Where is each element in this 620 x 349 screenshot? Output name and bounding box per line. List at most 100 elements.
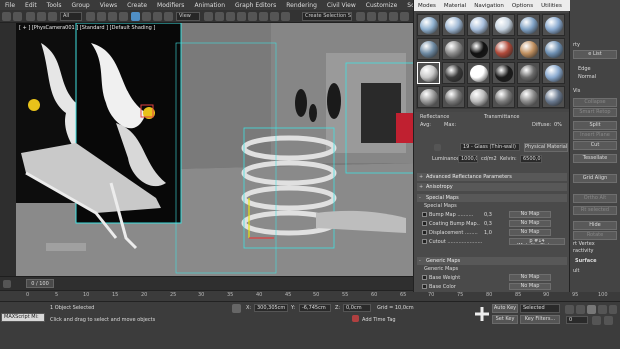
add-time-tag[interactable]: Add Time Tag (362, 317, 396, 323)
menu-views[interactable]: Views (95, 2, 122, 9)
section-advanced-reflectance[interactable]: Advanced Reflectance Parameters (417, 173, 567, 181)
cmd-button[interactable]: e List (573, 50, 617, 59)
cmd-button[interactable]: Rt selected (573, 206, 617, 215)
eyedropper-icon[interactable] (434, 144, 441, 151)
displacement-amount[interactable]: 1,0 (484, 230, 492, 236)
material-slot[interactable] (467, 38, 490, 60)
snaps-toggle-icon[interactable] (237, 12, 246, 21)
named-selection-sets-dropdown[interactable]: Create Selection Se (302, 12, 352, 21)
scene-explorer-icon[interactable] (378, 12, 387, 21)
time-tag-icon[interactable] (352, 315, 359, 322)
menu-animation[interactable]: Animation (189, 2, 230, 9)
cmd-button[interactable]: Grid Align (573, 174, 617, 183)
luminance-field[interactable]: 1000,0 (458, 155, 478, 163)
menu-group[interactable]: Group (66, 2, 94, 9)
material-slot[interactable] (417, 86, 440, 108)
bump-map-slot[interactable]: No Map (509, 211, 551, 218)
menu-civil-view[interactable]: Civil View (322, 2, 361, 9)
material-slot[interactable] (542, 62, 565, 84)
menu-create[interactable]: Create (122, 2, 152, 9)
material-slot[interactable] (467, 62, 490, 84)
z-coordinate-field[interactable]: 0,0cm (343, 304, 371, 312)
material-slot[interactable] (417, 62, 440, 84)
material-slot[interactable] (517, 14, 540, 36)
material-slot[interactable] (442, 62, 465, 84)
layer-explorer-icon[interactable] (389, 12, 398, 21)
material-slot[interactable] (467, 86, 490, 108)
menu-tools[interactable]: Tools (42, 2, 67, 9)
menu-options[interactable]: Options (508, 3, 537, 9)
zoom-icon[interactable] (592, 316, 601, 325)
cmd-item[interactable]: Vis (573, 88, 580, 94)
menu-modes[interactable]: Modes (414, 3, 440, 9)
base-weight-checkbox[interactable] (422, 275, 427, 280)
pan-icon[interactable] (604, 316, 613, 325)
displacement-checkbox[interactable] (422, 230, 427, 235)
cmd-button[interactable]: Smart Retop (573, 108, 617, 117)
material-slot[interactable] (492, 38, 515, 60)
y-coordinate-field[interactable]: -6,745cm (299, 304, 331, 312)
material-slot[interactable] (442, 86, 465, 108)
cmd-button[interactable]: Insert Plane (573, 131, 617, 140)
chevron-left-icon[interactable] (3, 280, 11, 288)
material-slot[interactable] (442, 14, 465, 36)
key-filters-button[interactable]: Key Filters... (520, 315, 560, 324)
cmd-button[interactable]: Hide (573, 221, 617, 230)
set-key-button[interactable]: Set Key (492, 315, 518, 324)
undo-icon[interactable] (2, 12, 11, 21)
link-icon[interactable] (26, 12, 35, 21)
cmd-item[interactable]: Edge (578, 66, 591, 72)
cmd-button[interactable]: Ortho Alt (573, 194, 617, 203)
select-manipulate-icon[interactable] (215, 12, 224, 21)
cmd-button[interactable]: Split (573, 121, 617, 130)
menu-navigation[interactable]: Navigation (470, 3, 508, 9)
material-slot[interactable] (467, 14, 490, 36)
kelvin-field[interactable]: 6500,0 (520, 155, 542, 163)
menu-utilities[interactable]: Utilities (537, 3, 566, 9)
menu-material[interactable]: Material (440, 3, 470, 9)
section-generic-maps[interactable]: Generic Maps (417, 257, 567, 265)
perspective-viewport[interactable]: [ + ] [PhysCamera001 ] [Standard ] [Defa… (16, 23, 414, 276)
rectangular-selection-icon[interactable] (108, 12, 117, 21)
material-slot[interactable] (542, 14, 565, 36)
base-color-checkbox[interactable] (422, 284, 427, 289)
bump-map-checkbox[interactable] (422, 212, 427, 217)
cutout-map-slot[interactable]: p #14 (Metallic_Plate.p (509, 238, 565, 245)
coating-bump-amount[interactable]: 0,3 (484, 221, 492, 227)
current-frame-field[interactable]: 0 (566, 316, 588, 324)
viewport-label[interactable]: [ + ] [PhysCamera001 ] [Standard ] [Defa… (19, 25, 155, 31)
previous-frame-icon[interactable] (576, 305, 585, 314)
section-anisotropy[interactable]: Anisotropy (417, 183, 567, 191)
material-name-field[interactable]: 19 - Glass (Thin-wall) (460, 143, 520, 151)
select-by-name-icon[interactable] (97, 12, 106, 21)
select-and-scale-icon[interactable] (153, 12, 162, 21)
x-coordinate-field[interactable]: 300,305cm (254, 304, 288, 312)
menu-modifiers[interactable]: Modifiers (152, 2, 189, 9)
base-weight-slot[interactable]: No Map (509, 274, 551, 281)
material-slot[interactable] (542, 86, 565, 108)
spinner-snap-icon[interactable] (270, 12, 279, 21)
cutout-checkbox[interactable] (422, 239, 427, 244)
select-and-rotate-icon[interactable] (142, 12, 151, 21)
edit-named-selection-icon[interactable] (281, 12, 290, 21)
material-slot[interactable] (417, 38, 440, 60)
play-icon[interactable] (587, 305, 596, 314)
material-slot[interactable] (517, 62, 540, 84)
menu-file[interactable]: File (0, 2, 20, 9)
menu-customize[interactable]: Customize (361, 2, 403, 9)
menu-graph-editors[interactable]: Graph Editors (230, 2, 281, 9)
cmd-item[interactable]: Normal (578, 74, 596, 80)
select-and-place-icon[interactable] (164, 12, 173, 21)
material-slot[interactable] (517, 86, 540, 108)
material-slot[interactable] (517, 38, 540, 60)
auto-key-button[interactable]: Auto Key (492, 304, 518, 313)
mirror-icon[interactable] (356, 12, 365, 21)
menu-rendering[interactable]: Rendering (281, 2, 322, 9)
selected-dropdown[interactable]: Selected (520, 304, 560, 313)
keyboard-shortcut-icon[interactable] (226, 12, 235, 21)
base-color-slot[interactable]: No Map (509, 283, 551, 290)
cmd-button[interactable]: Cut (573, 141, 617, 150)
ribbon-icon[interactable] (400, 12, 409, 21)
section-special-maps[interactable]: Special Maps (417, 194, 567, 202)
material-slot[interactable] (492, 86, 515, 108)
